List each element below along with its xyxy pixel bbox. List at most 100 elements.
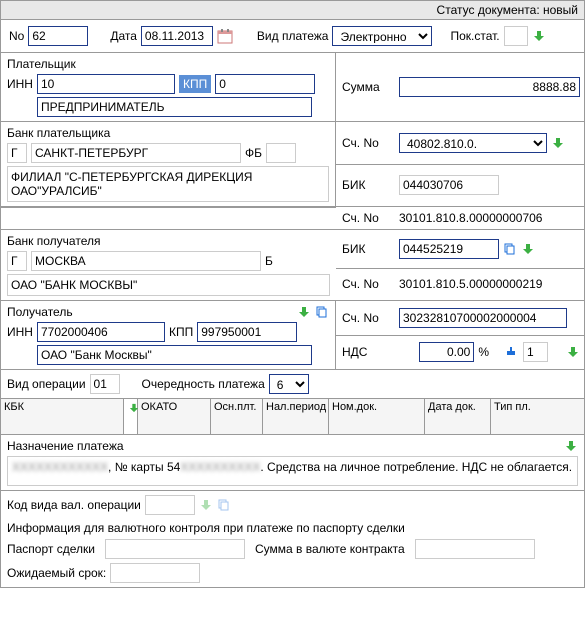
payer-bank-acc-label: Сч. No <box>342 211 397 225</box>
fb-input[interactable] <box>266 143 296 163</box>
amount-input[interactable] <box>399 77 580 97</box>
copy-icon[interactable] <box>503 242 517 256</box>
payment-type-select[interactable]: Электронно <box>332 26 432 46</box>
amount-label: Сумма <box>342 80 397 94</box>
payee-acc-input[interactable] <box>399 308 567 328</box>
payee-kpp-label: КПП <box>169 325 193 339</box>
th-nomdok: Ном.док. <box>329 399 425 434</box>
payee-name-input[interactable] <box>37 345 312 365</box>
percent-sign: % <box>478 345 489 359</box>
header-row: No Дата Вид платежа Электронно Пок.стат. <box>1 20 584 53</box>
fb-label: ФБ <box>245 146 262 160</box>
nds-block: НДС % <box>336 336 585 371</box>
payer-bank-title: Банк плательщика <box>7 126 329 140</box>
contract-sum-input[interactable] <box>415 539 535 559</box>
tax-table-header: КБК ОКАТО Осн.плт. Нал.период Ном.док. Д… <box>1 399 584 435</box>
payee-bank-acc-block: Сч. No 30101.810.5.00000000219 <box>336 269 585 302</box>
purpose-mid: , № карты 54 <box>108 460 180 474</box>
payer-inn-label: ИНН <box>7 77 33 91</box>
priority-select[interactable]: 6 <box>269 374 309 394</box>
th-arrow[interactable] <box>124 399 138 434</box>
payee-city-prefix[interactable] <box>7 251 27 271</box>
payee-bank-acc-label: Сч. No <box>342 277 397 291</box>
payer-bank-block: Банк плательщика ФБ ФИЛИАЛ "С-ПЕТЕРБУРГС… <box>1 122 336 207</box>
purpose-label: Назначение платежа <box>7 439 124 453</box>
payer-acc-label: Сч. No <box>342 136 397 150</box>
payer-block: Плательщик ИНН КПП <box>1 53 336 122</box>
arrow-down-icon[interactable] <box>199 498 213 512</box>
th-type: Тип пл. <box>491 399 584 434</box>
nds-code-input[interactable] <box>523 342 548 362</box>
payee-inn-input[interactable] <box>37 322 165 342</box>
b-label: Б <box>265 254 273 268</box>
payer-bik-label: БИК <box>342 178 397 192</box>
pok-stat-label: Пок.стат. <box>450 29 499 43</box>
payer-kpp-label: КПП <box>179 75 211 93</box>
payer-bik-input <box>399 175 499 195</box>
passport-input[interactable] <box>105 539 245 559</box>
payee-bik-input[interactable] <box>399 239 499 259</box>
copy-icon[interactable] <box>217 498 231 512</box>
th-kbk: КБК <box>1 399 124 434</box>
arrow-down-icon[interactable] <box>551 136 565 150</box>
arrow-down-icon[interactable] <box>564 439 578 453</box>
arrow-down-icon[interactable] <box>566 345 580 359</box>
passport-label: Паспорт сделки <box>7 542 95 556</box>
payee-block: Получатель ИНН КПП <box>1 301 336 370</box>
arrow-down-icon[interactable] <box>297 305 311 319</box>
currency-block: Код вида вал. операции Информация для ва… <box>1 491 584 587</box>
payer-bank-acc-block: Сч. No 30101.810.8.00000000706 <box>336 207 585 230</box>
status-bar: Статус документа: новый <box>1 1 584 20</box>
op-type-input[interactable] <box>90 374 120 394</box>
payer-city-prefix[interactable] <box>7 143 27 163</box>
currency-code-label: Код вида вал. операции <box>7 498 141 512</box>
no-input[interactable] <box>28 26 88 46</box>
purpose-suffix: . Средства на личное потребление. НДС не… <box>260 460 572 474</box>
th-period: Нал.период <box>263 399 329 434</box>
copy-icon[interactable] <box>315 305 329 319</box>
nds-percent-input[interactable] <box>419 342 474 362</box>
payee-kpp-input[interactable] <box>197 322 297 342</box>
payer-acc-select[interactable]: 40802.810.0. <box>399 133 547 153</box>
payee-acc-block: Сч. No <box>336 301 585 336</box>
payer-inn-input[interactable] <box>37 74 175 94</box>
payment-type-label: Вид платежа <box>257 29 329 43</box>
spacer-left-1 <box>1 207 336 230</box>
redacted-text: XXXXXXXXXX <box>180 460 260 474</box>
payee-city-input[interactable] <box>31 251 261 271</box>
date-input[interactable] <box>141 26 213 46</box>
nds-label: НДС <box>342 345 397 359</box>
payee-acc-label: Сч. No <box>342 311 397 325</box>
payer-city-input[interactable] <box>31 143 241 163</box>
amount-block: Сумма <box>336 53 585 122</box>
currency-code-input[interactable] <box>145 495 195 515</box>
payee-bank-name: ОАО "БАНК МОСКВЫ" <box>7 274 330 296</box>
payer-kpp-input[interactable] <box>215 74 315 94</box>
purpose-text[interactable]: XXXXXXXXXXXX, № карты 54XXXXXXXXXX. Сред… <box>7 456 578 486</box>
payer-name-input[interactable] <box>37 97 312 117</box>
redacted-text: XXXXXXXXXXXX <box>12 460 108 474</box>
payer-bik-block: БИК <box>336 165 585 208</box>
date-label: Дата <box>110 29 137 43</box>
payer-bank-name: ФИЛИАЛ "С-ПЕТЕРБУРГСКАЯ ДИРЕКЦИЯ ОАО"УРА… <box>7 166 329 202</box>
payee-bank-block: Банк получателя Б ОАО "БАНК МОСКВЫ" <box>1 230 336 301</box>
payee-bik-block: БИК <box>336 230 585 269</box>
th-datedok: Дата док. <box>425 399 491 434</box>
th-osn: Осн.плт. <box>211 399 263 434</box>
calendar-icon[interactable] <box>217 28 233 44</box>
payer-acc-block: Сч. No 40802.810.0. <box>336 122 585 165</box>
purpose-block: Назначение платежа XXXXXXXXXXXX, № карты… <box>1 435 584 491</box>
arrow-down-icon[interactable] <box>521 242 535 256</box>
expected-input[interactable] <box>110 563 200 583</box>
currency-info-label: Информация для валютного контроля при пл… <box>7 521 578 535</box>
arrow-down-icon[interactable] <box>532 29 546 43</box>
payee-bik-label: БИК <box>342 242 397 256</box>
pok-stat-input[interactable] <box>504 26 528 46</box>
priority-label: Очередность платежа <box>142 377 265 391</box>
op-type-label: Вид операции <box>7 377 86 391</box>
op-row: Вид операции Очередность платежа 6 <box>1 370 585 399</box>
payee-bank-acc-value: 30101.810.5.00000000219 <box>399 277 580 291</box>
thumb-icon[interactable] <box>505 345 519 359</box>
payee-inn-label: ИНН <box>7 325 33 339</box>
payee-bank-title: Банк получателя <box>7 234 330 248</box>
